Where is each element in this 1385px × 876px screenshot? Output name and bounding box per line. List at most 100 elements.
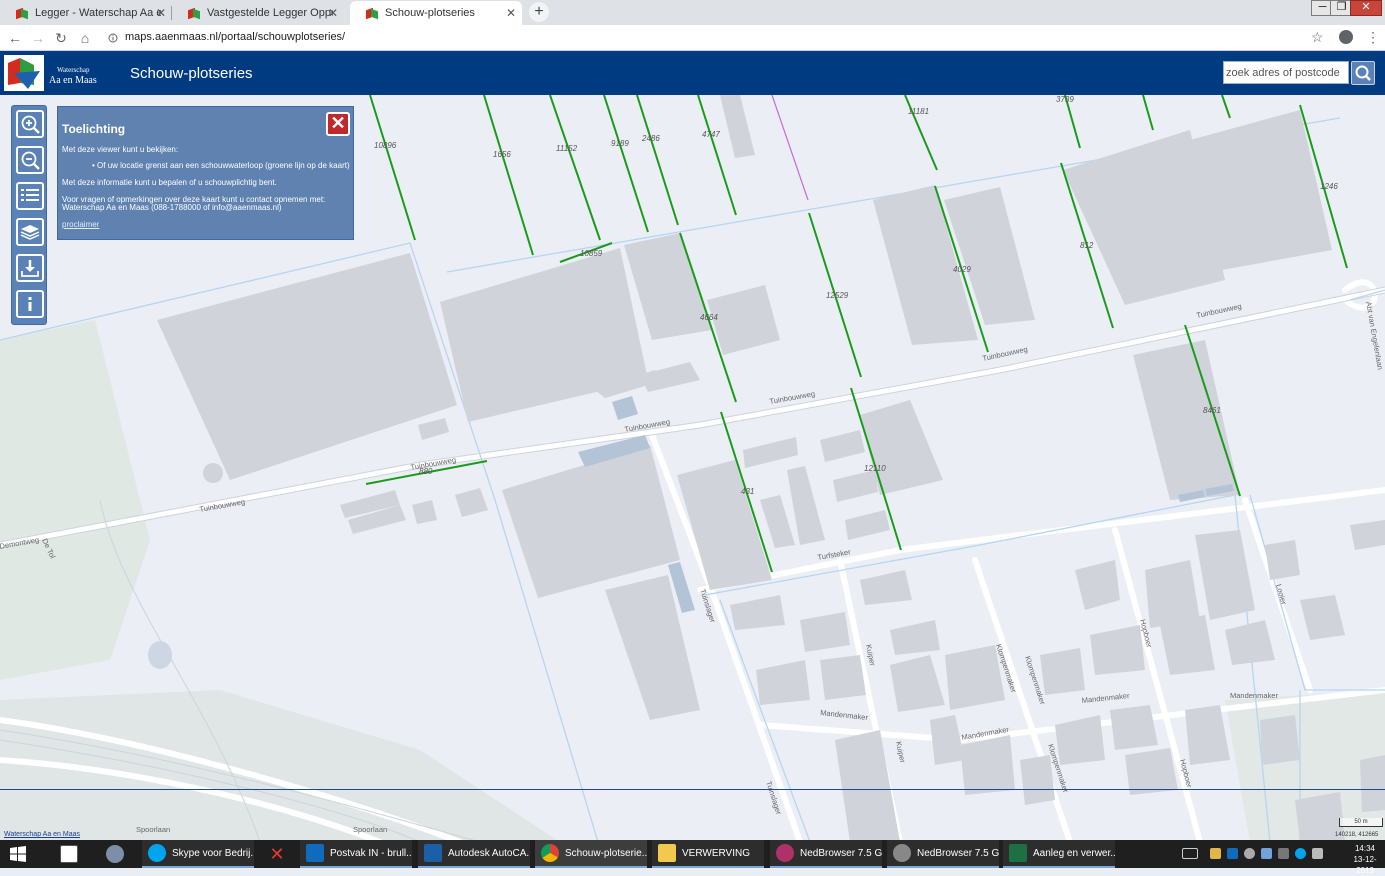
- legend-button[interactable]: [16, 182, 44, 210]
- search-button[interactable]: [1351, 61, 1375, 85]
- taskbar-app-x[interactable]: ✕: [262, 840, 292, 868]
- taskbar-app-label: NedBrowser 7.5 G...: [800, 847, 882, 859]
- x-icon: ✕: [269, 844, 285, 864]
- taskbar-app-hein[interactable]: [54, 840, 84, 868]
- info-bullet-text: Of uw locatie grenst aan een schouwwater…: [97, 161, 350, 170]
- info-button[interactable]: [16, 290, 44, 318]
- waterway-label: 2486: [641, 134, 660, 143]
- zoom-in-button[interactable]: [16, 110, 44, 138]
- taskbar-app-skype[interactable]: Skype voor Bedrij...: [142, 840, 254, 868]
- street-label: Tuinbouwweg: [410, 455, 457, 472]
- new-tab-button[interactable]: +: [529, 2, 549, 22]
- info-panel-title: Toelichting: [62, 122, 126, 136]
- tray-mail-icon[interactable]: [1210, 848, 1221, 859]
- info-text: Waterschap Aa en Maas (088-1788000 of in…: [62, 203, 282, 212]
- waterway-label: 4664: [700, 313, 718, 322]
- taskbar-app-tool[interactable]: [100, 840, 130, 868]
- autocad-icon: [424, 844, 442, 862]
- app-header: Waterschap Aa en Maas Schouw-plotseries: [0, 51, 1385, 95]
- reload-icon[interactable]: ↻: [52, 29, 70, 47]
- logo-mark-icon: [4, 55, 44, 91]
- browser-menu-icon[interactable]: ⋮: [1366, 29, 1380, 46]
- taskbar-app-nedbrowser-1[interactable]: NedBrowser 7.5 G...: [770, 840, 882, 868]
- street-label: Mandenmaker: [1081, 691, 1130, 705]
- street-label: Mandenmaker: [1230, 691, 1278, 700]
- zoom-in-icon: [21, 115, 40, 134]
- info-circle-icon[interactable]: [108, 33, 118, 43]
- map-footer-divider: [0, 789, 1385, 790]
- account-icon[interactable]: [1339, 30, 1353, 44]
- waterschap-logo[interactable]: Waterschap Aa en Maas: [4, 55, 100, 91]
- waterschap-favicon-icon: [188, 7, 201, 20]
- scale-bar: 50 m: [1339, 818, 1383, 827]
- app-title: Schouw-plotseries: [130, 65, 253, 82]
- browser-tab-schouw-plotseries[interactable]: Schouw-plotseries ✕: [350, 1, 522, 25]
- keyboard-icon[interactable]: [1182, 848, 1198, 859]
- taskbar-app-label: Aanleg en verwer...: [1033, 847, 1115, 859]
- back-arrow-icon[interactable]: ←: [6, 29, 24, 47]
- waterway-label: 8461: [1203, 406, 1221, 415]
- waterway-label: 1656: [493, 150, 511, 159]
- tray-outlook-icon[interactable]: [1227, 848, 1238, 859]
- zoom-out-button[interactable]: [16, 146, 44, 174]
- logo-text-aa-en-maas: Aa en Maas: [49, 75, 97, 86]
- browser-tab-bar: Legger - Waterschap Aa en Maas ✕ Vastges…: [0, 0, 1385, 25]
- taskbar-app-label: Autodesk AutoCA...: [448, 847, 530, 859]
- clock-time: 14:34: [1354, 844, 1376, 853]
- street-label: Mandenmaker: [820, 708, 869, 722]
- info-panel-close-button[interactable]: ✕: [326, 112, 350, 136]
- waterway-label: 12110: [864, 464, 886, 473]
- address-search-input[interactable]: [1223, 61, 1349, 84]
- tab-close-icon[interactable]: ✕: [156, 6, 166, 20]
- taskbar-app-explorer[interactable]: VERWERVING: [652, 840, 764, 868]
- start-button[interactable]: [0, 840, 36, 868]
- taskbar-app-chrome[interactable]: Schouw-plotserie...: [535, 840, 647, 868]
- waterschap-favicon-icon: [366, 7, 379, 20]
- tray-sync-icon[interactable]: [1244, 848, 1255, 859]
- clock-date: 13-12-2019: [1353, 855, 1377, 875]
- waterway-label: 10859: [580, 249, 603, 258]
- bookmark-star-icon[interactable]: ☆: [1311, 29, 1324, 46]
- waterway-label: 4029: [953, 265, 971, 274]
- taskbar-clock[interactable]: 14:34 13-12-2019: [1345, 843, 1385, 876]
- waterschap-favicon-icon: [16, 7, 29, 20]
- attribution-link[interactable]: Waterschap Aa en Maas: [4, 831, 80, 838]
- map-toolbar: [11, 105, 47, 325]
- taskbar-app-outlook[interactable]: Postvak IN - brull...: [300, 840, 412, 868]
- home-icon[interactable]: ⌂: [76, 29, 94, 47]
- taskbar-app-excel[interactable]: Aanleg en verwer...: [1003, 840, 1115, 868]
- forward-arrow-icon[interactable]: →: [29, 29, 47, 47]
- taskbar-app-label: Schouw-plotserie...: [565, 847, 647, 859]
- tab-close-icon[interactable]: ✕: [328, 6, 338, 20]
- tray-app-icon[interactable]: [1278, 848, 1289, 859]
- browser-tab-vastgestelde-legger[interactable]: Vastgestelde Legger Oppervlakte ✕: [172, 1, 344, 25]
- taskbar-app-nedbrowser-2[interactable]: NedBrowser 7.5 G...: [887, 840, 999, 868]
- info-text: Met deze informatie kunt u bepalen of u …: [62, 178, 277, 187]
- taskbar-app-label: VERWERVING: [682, 847, 750, 859]
- nedbrowser-icon: [776, 844, 794, 862]
- nedbrowser-icon: [893, 844, 911, 862]
- search-icon: [1355, 65, 1371, 81]
- waterway-label: 1246: [1320, 182, 1338, 191]
- layers-icon: [20, 225, 40, 240]
- list-icon: [21, 189, 39, 201]
- excel-icon: [1009, 844, 1027, 862]
- url-field[interactable]: maps.aaenmaas.nl/portaal/schouwplotserie…: [125, 31, 345, 43]
- windows-logo-icon: [10, 846, 26, 862]
- volume-icon[interactable]: [1312, 848, 1323, 859]
- street-label: Spoorlaan: [353, 825, 387, 834]
- tray-network-icon[interactable]: [1261, 848, 1272, 859]
- info-bullet-item: • Of uw locatie grenst aan een schouwwat…: [92, 161, 350, 170]
- window-close-button[interactable]: ✕: [1350, 0, 1382, 16]
- waterway-label: 3739: [1056, 95, 1074, 104]
- layers-button[interactable]: [16, 218, 44, 246]
- tray-skype-icon[interactable]: [1295, 848, 1306, 859]
- taskbar-app-autocad[interactable]: Autodesk AutoCA...: [418, 840, 530, 868]
- tab-close-icon[interactable]: ✕: [506, 6, 516, 20]
- tool-icon: [106, 845, 124, 863]
- download-button[interactable]: [16, 254, 44, 282]
- waterway-label: 812: [1080, 241, 1094, 250]
- coordinate-readout: 140218, 412665: [1335, 832, 1379, 838]
- proclaimer-link[interactable]: proclaimer: [62, 220, 99, 229]
- browser-tab-legger[interactable]: Legger - Waterschap Aa en Maas ✕: [0, 1, 172, 25]
